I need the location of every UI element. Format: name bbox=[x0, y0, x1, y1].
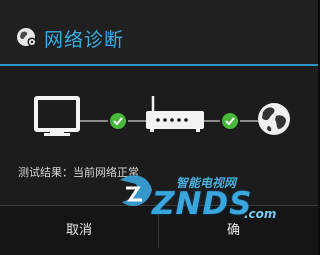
globe-icon bbox=[258, 103, 290, 135]
check-icon bbox=[222, 113, 238, 129]
watermark-domain: .com bbox=[244, 207, 277, 221]
network-path-diagram bbox=[34, 96, 290, 136]
router-icon bbox=[146, 96, 204, 132]
watermark-brand: ZNDS bbox=[152, 186, 253, 222]
globe-gear-icon bbox=[17, 28, 37, 47]
dialog-title: 网络诊断 bbox=[44, 29, 125, 51]
network-diagnosis-dialog: 网络诊断 测试结果：当前网络正常 取消 确 智能电视网 ZNDS .com bbox=[0, 0, 318, 255]
tv-icon bbox=[34, 96, 80, 136]
check-icon bbox=[110, 113, 126, 129]
